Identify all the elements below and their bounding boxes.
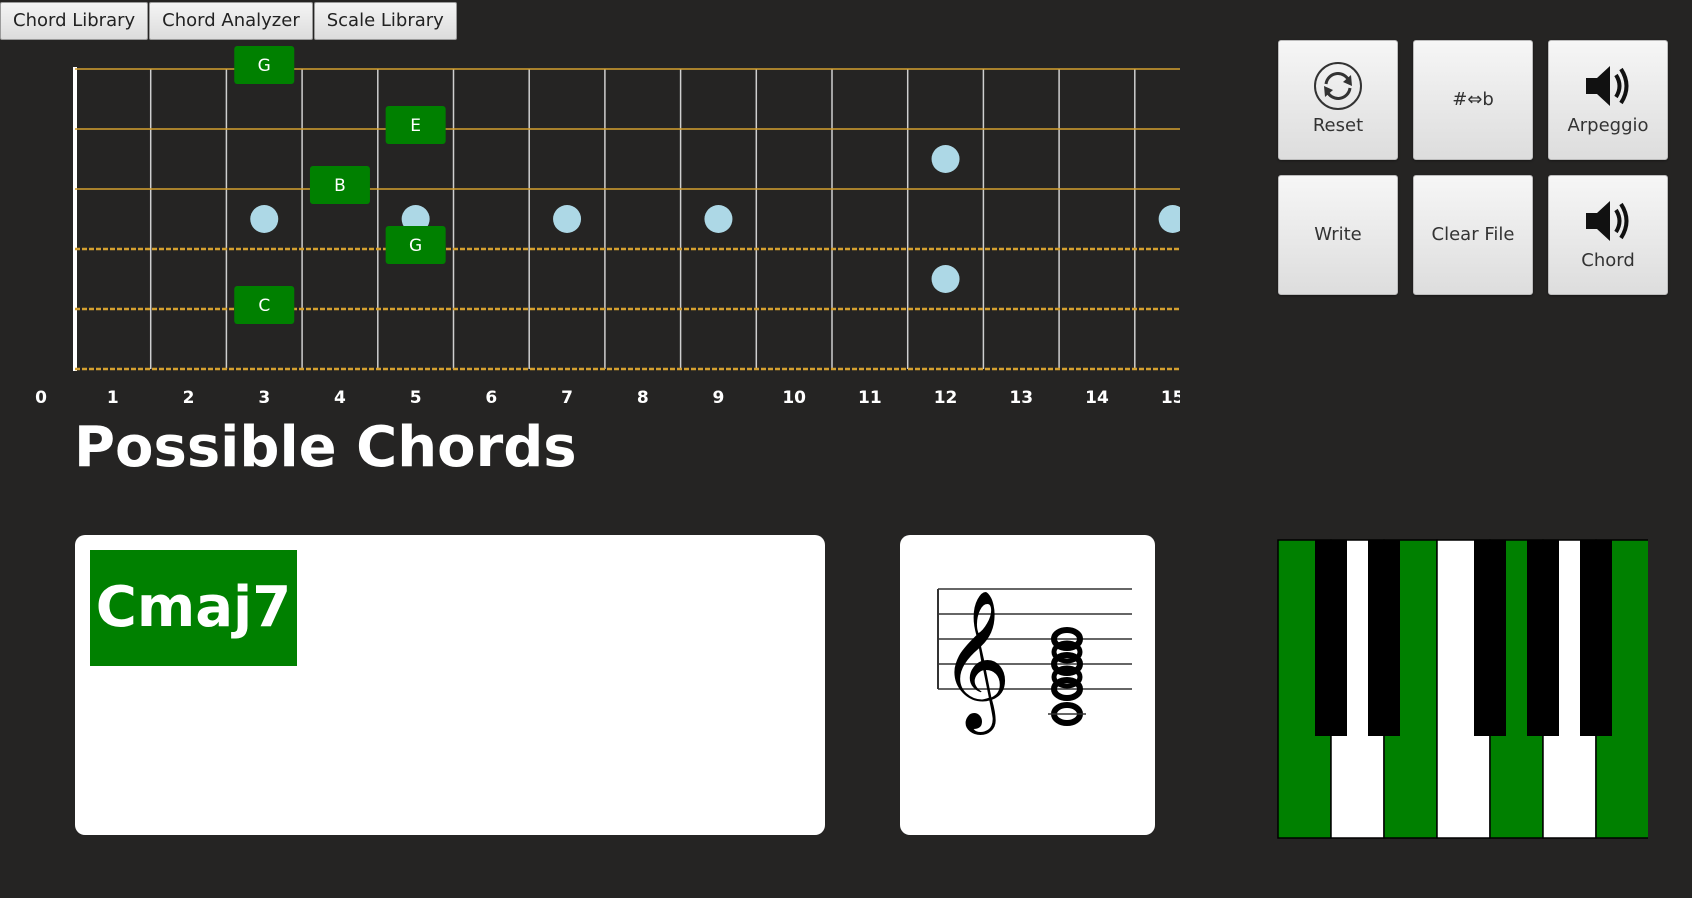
tab-bar: Chord Library Chord Analyzer Scale Libra… bbox=[0, 2, 458, 40]
fretboard-note[interactable]: C bbox=[234, 286, 295, 324]
possible-chords-heading: Possible Chords bbox=[74, 415, 577, 480]
treble-clef-icon: 𝄞 bbox=[940, 590, 1011, 735]
fretboard-note[interactable]: G bbox=[385, 226, 446, 264]
note-label: B bbox=[334, 176, 346, 196]
fret-number: 6 bbox=[485, 388, 497, 408]
piano-black-key[interactable] bbox=[1580, 540, 1612, 736]
arpeggio-button[interactable]: Arpeggio bbox=[1548, 40, 1668, 160]
fretboard-note[interactable]: E bbox=[385, 106, 446, 144]
reset-button[interactable]: Reset bbox=[1278, 40, 1398, 160]
chord-play-button[interactable]: Chord bbox=[1548, 175, 1668, 295]
fret-inlay-marker bbox=[553, 205, 582, 233]
fret-number: 5 bbox=[410, 388, 422, 408]
tab-chord-library[interactable]: Chord Library bbox=[0, 2, 149, 40]
note-label: E bbox=[410, 116, 421, 136]
reset-icon bbox=[1314, 62, 1362, 110]
fret-number: 13 bbox=[1009, 388, 1033, 408]
staff-notation: 𝄞 bbox=[937, 588, 1132, 735]
fretboard-note[interactable]: G bbox=[234, 46, 295, 84]
fret-number: 1 bbox=[107, 388, 119, 408]
speaker-icon bbox=[1586, 201, 1629, 241]
chord-noteheads bbox=[1051, 627, 1083, 726]
arpeggio-label: Arpeggio bbox=[1567, 115, 1649, 136]
fret-number: 15 bbox=[1161, 388, 1180, 408]
fret-number: 7 bbox=[561, 388, 573, 408]
fret-number: 12 bbox=[934, 388, 958, 408]
chord-play-label: Chord bbox=[1581, 250, 1635, 271]
note-label: C bbox=[258, 296, 270, 316]
piano-keyboard[interactable] bbox=[1277, 539, 1648, 840]
notation-panel: 𝄞 bbox=[900, 535, 1155, 835]
speaker-icon bbox=[1586, 66, 1629, 106]
fret-number: 2 bbox=[183, 388, 195, 408]
reset-label: Reset bbox=[1312, 115, 1364, 136]
fret-number: 11 bbox=[858, 388, 882, 408]
fret-number: 10 bbox=[782, 388, 806, 408]
possible-chords-panel: Cmaj7 bbox=[75, 535, 825, 835]
piano-black-key[interactable] bbox=[1315, 540, 1347, 736]
piano-black-key[interactable] bbox=[1368, 540, 1400, 736]
fret-inlay-marker bbox=[931, 265, 960, 293]
fret-number: 14 bbox=[1085, 388, 1109, 408]
fret-inlay-marker bbox=[250, 205, 279, 233]
fret-number: 0 bbox=[35, 388, 47, 408]
fretboard[interactable]: GEBGC0 1 2 3 4 5 6 7 8 9 10 11 12 13 14 15 bbox=[0, 40, 1180, 410]
enharmonic-toggle-button[interactable]: #⇔b bbox=[1413, 40, 1533, 160]
write-label: Write bbox=[1314, 224, 1362, 245]
note-label: G bbox=[258, 56, 271, 76]
clear-file-button[interactable]: Clear File bbox=[1413, 175, 1533, 295]
fret-number: 8 bbox=[637, 388, 649, 408]
enharmonic-label: #⇔b bbox=[1452, 89, 1494, 110]
chord-option-cmaj7[interactable]: Cmaj7 bbox=[90, 550, 297, 666]
fret-inlay-marker bbox=[704, 205, 733, 233]
fret-number: 9 bbox=[713, 388, 725, 408]
clear-file-label: Clear File bbox=[1431, 224, 1515, 245]
piano-black-key[interactable] bbox=[1527, 540, 1559, 736]
write-button[interactable]: Write bbox=[1278, 175, 1398, 295]
tab-chord-analyzer[interactable]: Chord Analyzer bbox=[149, 2, 313, 40]
note-label: G bbox=[409, 236, 422, 256]
fret-inlay-marker bbox=[1158, 205, 1180, 233]
tab-scale-library[interactable]: Scale Library bbox=[313, 2, 457, 40]
piano-black-key[interactable] bbox=[1474, 540, 1506, 736]
fret-number: 4 bbox=[334, 388, 346, 408]
fret-number: 3 bbox=[258, 388, 270, 408]
fretboard-note[interactable]: B bbox=[309, 166, 370, 204]
fret-inlay-marker bbox=[931, 145, 960, 173]
